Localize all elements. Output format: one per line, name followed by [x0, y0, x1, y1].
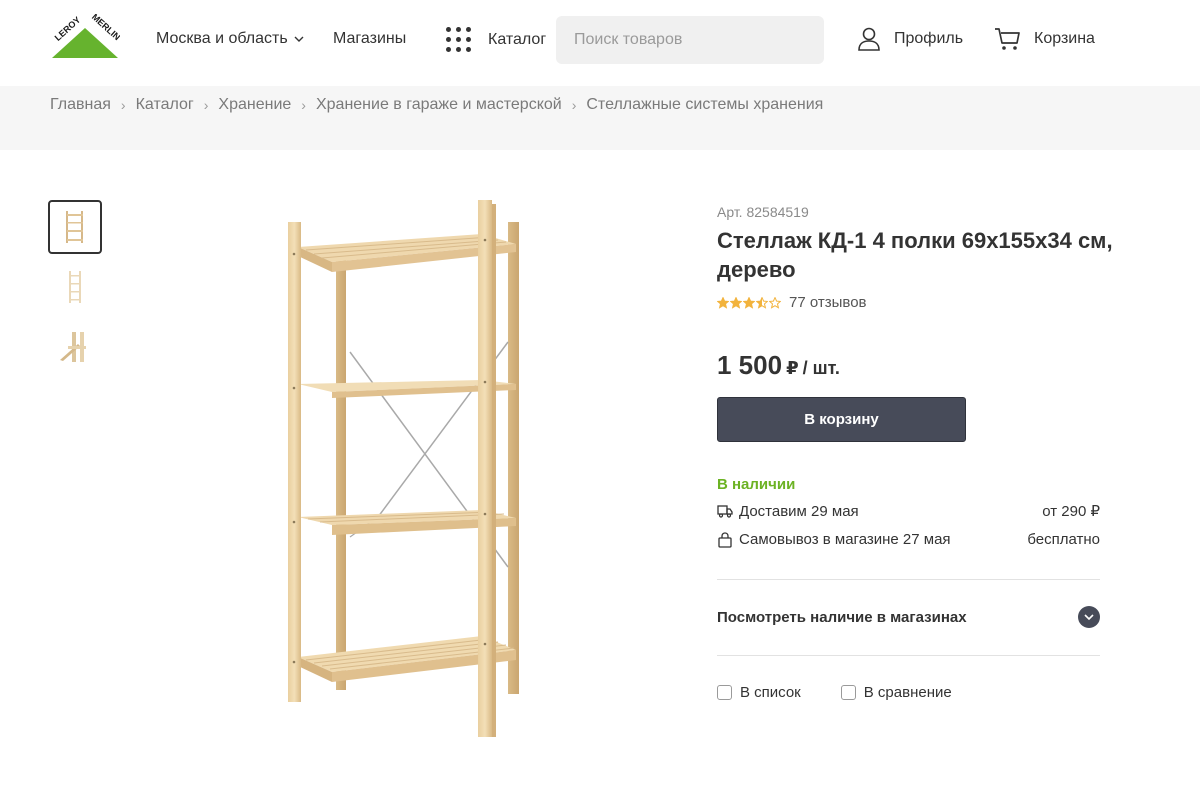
price-unit: / шт.	[802, 358, 840, 378]
shopping-bag-icon	[718, 531, 732, 548]
stock-check-label: Посмотреть наличие в магазинах	[717, 608, 967, 626]
catalog-label: Каталог	[488, 31, 547, 48]
product-price: 1 500 ₽ / шт.	[717, 350, 840, 381]
breadcrumb-catalog[interactable]: Каталог	[136, 96, 194, 114]
cart-button[interactable]: Корзина	[994, 26, 1095, 52]
catalog-button[interactable]: Каталог	[446, 24, 546, 56]
add-to-compare-checkbox[interactable]: В сравнение	[840, 684, 952, 701]
chevron-right-icon: ›	[571, 97, 577, 113]
pickup-price: бесплатно	[1027, 531, 1100, 548]
product-rating[interactable]: 77 отзывов	[717, 294, 867, 311]
region-label: Москва и область	[156, 30, 288, 47]
add-to-cart-button[interactable]: В корзину	[717, 397, 966, 442]
check-store-availability[interactable]: Посмотреть наличие в магазинах	[717, 604, 1100, 630]
add-to-compare-label: В сравнение	[863, 684, 952, 701]
thumbnail-detail-view[interactable]	[48, 320, 102, 374]
pickup-option: Самовывоз в магазине 27 мая бесплатно	[717, 531, 1100, 548]
stores-link[interactable]: Магазины	[333, 30, 406, 48]
chevron-down-icon	[1078, 606, 1100, 628]
reviews-count[interactable]: 77 отзывов	[789, 294, 867, 311]
delivery-date: Доставим 29 мая	[739, 502, 859, 520]
search-input[interactable]	[556, 16, 824, 64]
thumbnail-front-view[interactable]	[48, 200, 102, 254]
pickup-date: Самовывоз в магазине 27 мая	[739, 531, 951, 548]
shopping-cart-icon	[995, 28, 1020, 50]
add-to-list-label: В список	[740, 684, 801, 701]
user-icon	[858, 27, 880, 51]
breadcrumb-bar: Главная › Каталог › Хранение › Хранение …	[0, 86, 1200, 150]
chevron-right-icon: ›	[120, 97, 126, 113]
leroy-merlin-logo[interactable]: LEROY MERLIN	[50, 12, 122, 60]
price-currency: ₽	[786, 358, 799, 378]
thumbnail-side-view[interactable]	[48, 260, 102, 314]
truck-icon	[717, 505, 733, 518]
add-to-list-checkbox[interactable]: В список	[717, 684, 801, 701]
region-selector[interactable]: Москва и область	[156, 30, 304, 48]
breadcrumb-shelving[interactable]: Стеллажные системы хранения	[586, 96, 823, 114]
chevron-down-icon	[294, 36, 304, 42]
delivery-price: от 290 ₽	[1042, 503, 1100, 520]
checkbox-box[interactable]	[717, 685, 732, 700]
rating-stars	[717, 296, 781, 309]
product-title: Стеллаж КД-1 4 полки 69x155x34 см, дерев…	[717, 228, 1113, 282]
price-value: 1 500	[717, 350, 783, 380]
star-icon	[717, 296, 729, 309]
breadcrumb: Главная › Каталог › Хранение › Хранение …	[50, 96, 823, 114]
chevron-right-icon: ›	[203, 97, 209, 113]
star-icon	[756, 296, 768, 309]
product-main-photo[interactable]	[270, 192, 540, 742]
star-icon	[743, 296, 755, 309]
breadcrumb-storage[interactable]: Хранение	[218, 96, 291, 114]
delivery-option: Доставим 29 мая от 290 ₽	[717, 502, 1100, 520]
site-header: LEROY MERLIN Москва и область Магазины К…	[0, 0, 1200, 86]
article-number: Арт. 82584519	[717, 204, 809, 220]
divider	[717, 655, 1100, 656]
checkbox-box[interactable]	[840, 685, 856, 700]
breadcrumb-home[interactable]: Главная	[50, 96, 111, 114]
product-actions: В список В сравнение	[717, 684, 952, 701]
profile-label: Профиль	[894, 30, 964, 47]
chevron-right-icon: ›	[301, 97, 306, 113]
profile-button[interactable]: Профиль	[856, 26, 963, 52]
cart-label: Корзина	[1034, 30, 1095, 47]
breadcrumb-garage-storage[interactable]: Хранение в гараже и мастерской	[316, 96, 562, 114]
star-icon	[730, 296, 742, 309]
divider	[717, 579, 1100, 580]
grid-dots-icon	[446, 27, 472, 53]
star-icon	[769, 296, 781, 309]
availability-status: В наличии	[717, 476, 796, 493]
thumbnail-list	[48, 200, 102, 380]
